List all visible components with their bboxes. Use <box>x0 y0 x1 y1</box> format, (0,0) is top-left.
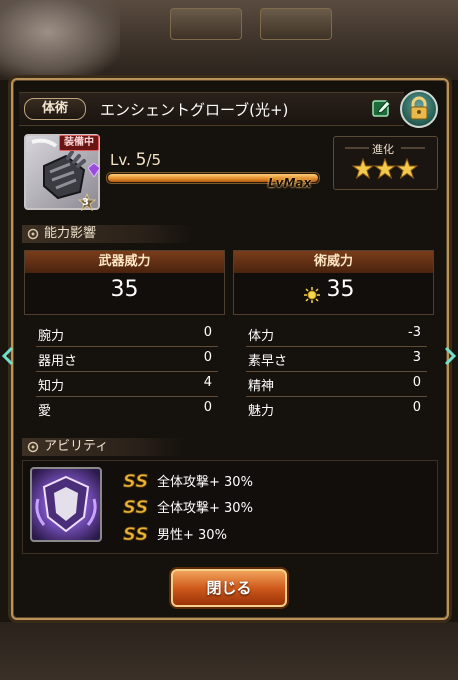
attribute-value: 0 <box>203 350 212 365</box>
level-max-label: LvMax <box>268 176 312 190</box>
attribute-label: 素早さ <box>248 354 288 369</box>
ability-text: 男性+ 30% <box>157 528 227 543</box>
evolution-star-icon <box>352 158 374 180</box>
weapon-type-badge: 体術 <box>24 98 86 120</box>
background-character <box>0 0 120 80</box>
ss-rank-icon: SS <box>123 497 149 518</box>
gear-icon <box>27 228 39 240</box>
art-power-label: 術威力 <box>234 251 433 273</box>
attribute-label: 器用さ <box>38 354 78 369</box>
attribute-label: 魅力 <box>248 404 275 419</box>
gear-icon <box>27 441 39 453</box>
attribute-value: -3 <box>408 325 421 340</box>
ability-section-title: アビリティ <box>44 439 109 454</box>
stats-section-header: 能力影響 <box>22 225 194 243</box>
svg-text:SS: SS <box>123 524 148 545</box>
background-list <box>0 622 458 680</box>
weapon-power-box: 武器威力 35 <box>24 250 225 315</box>
ability-text: 全体攻撃+ 30% <box>157 501 253 516</box>
background-scene <box>0 0 458 80</box>
ability-text: 全体攻撃+ 30% <box>157 475 253 490</box>
art-power-box: 術威力 35 <box>233 250 434 315</box>
background-button <box>260 8 332 40</box>
crest-icon <box>35 475 97 533</box>
svg-text:SS: SS <box>123 497 148 518</box>
attribute-label: 腕力 <box>38 329 65 344</box>
level-max: /5 <box>146 151 162 169</box>
attribute-row: 器用さ 0 <box>36 347 218 372</box>
weapon-power-label: 武器威力 <box>25 251 224 273</box>
attribute-row: 知力 4 <box>36 372 218 397</box>
ss-rank-icon: SS <box>123 524 149 545</box>
attribute-value: 0 <box>203 325 212 340</box>
previous-arrow-icon[interactable] <box>2 346 14 366</box>
attribute-label: 精神 <box>248 379 275 394</box>
attribute-value: 0 <box>412 375 421 390</box>
padlock-icon <box>410 96 428 120</box>
attribute-label: 知力 <box>38 379 65 394</box>
item-name: エンシェントグローブ(光+) <box>100 101 289 119</box>
equipped-badge: 装備中 <box>59 135 99 151</box>
weapon-power-value: 35 <box>110 277 139 302</box>
attribute-row: 素早さ 3 <box>246 347 427 372</box>
svg-text:SS: SS <box>123 471 148 492</box>
level-label: Lv. 5/5 <box>110 150 161 170</box>
evolution-star-icon <box>374 158 396 180</box>
background-button <box>170 8 242 40</box>
level-current: 5 <box>135 150 147 170</box>
close-button[interactable]: 閉じる <box>171 569 287 607</box>
lock-button[interactable] <box>400 90 438 128</box>
edit-icon[interactable] <box>372 98 392 118</box>
ss-rank-icon: SS <box>123 471 149 492</box>
attribute-value: 0 <box>412 400 421 415</box>
attribute-value: 3 <box>412 350 421 365</box>
art-power-value: 35 <box>326 277 355 302</box>
gem-icon <box>88 163 100 177</box>
rank-number: 3 <box>82 197 89 208</box>
light-element-icon <box>304 287 320 303</box>
ability-icon <box>30 467 102 542</box>
attribute-value: 0 <box>203 400 212 415</box>
next-arrow-icon[interactable] <box>444 346 456 366</box>
attribute-value: 4 <box>203 375 212 390</box>
ability-section-header: アビリティ <box>22 438 184 456</box>
attribute-label: 体力 <box>248 329 275 344</box>
attribute-row: 魅力 0 <box>246 397 427 421</box>
evolution-star-icon <box>396 158 418 180</box>
attribute-row: 愛 0 <box>36 397 218 421</box>
level-prefix: Lv. <box>110 151 131 169</box>
stats-section-title: 能力影響 <box>44 226 97 241</box>
attribute-row: 精神 0 <box>246 372 427 397</box>
attribute-label: 愛 <box>38 404 52 419</box>
attribute-row: 腕力 0 <box>36 322 218 347</box>
evolution-divider <box>345 147 425 149</box>
attribute-row: 体力 -3 <box>246 322 427 347</box>
